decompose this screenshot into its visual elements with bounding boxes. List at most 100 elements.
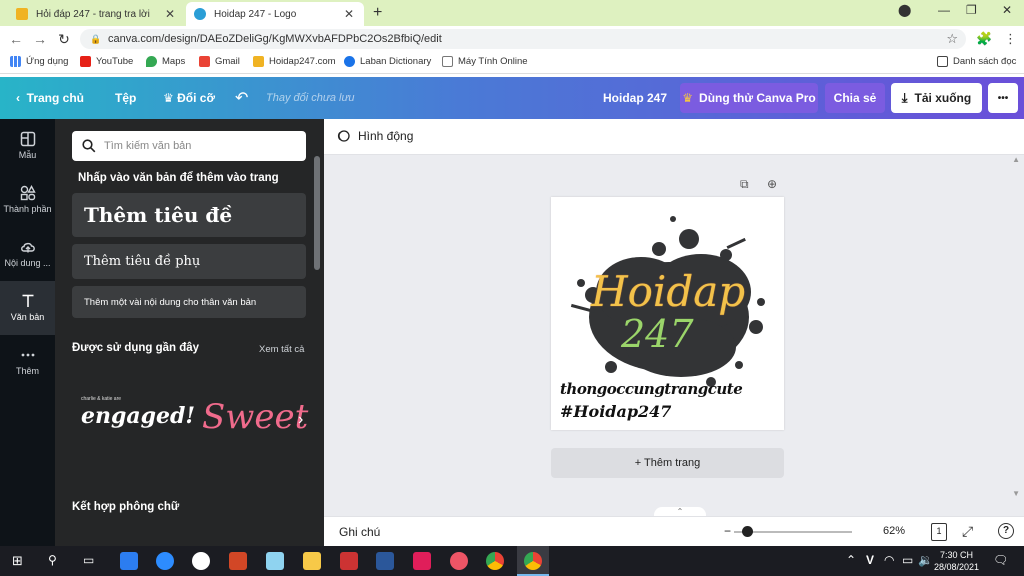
file-explorer-icon[interactable] [303,552,321,570]
chrome-app-icon[interactable] [486,552,504,570]
layout-icon [20,131,35,147]
bookmark-label: Ứng dụng [26,56,69,67]
system-clock[interactable]: 7:30 CH 28/08/2021 [934,549,979,573]
unikey-app-icon[interactable] [340,552,358,570]
close-window-icon[interactable]: ✕ [1002,3,1012,17]
menu-dots-icon[interactable]: ⋮ [1004,31,1017,47]
zoom-app-icon[interactable] [156,552,174,570]
zoom-out-icon[interactable]: − [724,524,731,538]
reading-list-icon [937,56,948,67]
download-label: Tải xuống [914,91,972,105]
url-field[interactable]: 🔒 canva.com/design/DAEoZDeliGg/KgMWXvbAF… [80,29,966,49]
text-search-input[interactable] [104,140,296,152]
bookmark-maps[interactable]: Maps [146,56,185,67]
chevron-right-icon[interactable]: › [298,411,303,429]
notifications-icon[interactable]: 🗨 [993,553,1008,567]
task-view-icon[interactable]: ▭ [83,553,94,567]
back-icon[interactable]: ← [8,31,24,47]
extension-icon[interactable]: 🧩 [976,31,992,47]
windows-start-icon[interactable]: ⊞ [12,553,23,569]
new-tab-button[interactable]: + [373,4,382,22]
help-button[interactable]: ? [998,523,1014,539]
bookmark-apps[interactable]: Ứng dụng [10,56,68,67]
rail-item-elements[interactable]: Thành phần [0,173,55,227]
scroll-up-icon[interactable]: ▲ [1012,155,1020,164]
search-icon [82,139,96,153]
keyboard-lang[interactable]: V [866,553,874,567]
page-count-button[interactable]: 1 [931,523,947,541]
bookmark-star-icon[interactable]: ☆ [946,31,958,47]
reading-list[interactable]: Danh sách đọc [937,56,1016,67]
fullscreen-icon[interactable]: ⤢ [962,523,973,540]
text-search-box[interactable] [72,131,306,161]
powerpoint-app-icon[interactable] [229,552,247,570]
laban-icon [344,56,355,67]
chrome-active-app-icon[interactable] [524,552,542,570]
add-subheading-button[interactable]: Thêm tiêu đề phụ [72,244,306,279]
add-body-text-button[interactable]: Thêm một vài nội dung cho thân văn bản [72,286,306,318]
rail-item-uploads[interactable]: Nội dung ... [0,227,55,281]
paint-app-icon[interactable] [266,552,284,570]
scroll-down-icon[interactable]: ▼ [1012,489,1020,498]
forward-icon[interactable]: → [32,31,48,47]
file-menu[interactable]: Tệp [115,91,136,105]
design-page[interactable]: Hoidap 247 thongoccungtrangcute #Hoidap2… [551,197,784,430]
bookmark-label: Laban Dictionary [360,56,432,67]
bookmark-laban[interactable]: Laban Dictionary [344,56,431,67]
font-combos-title: Kết hợp phông chữ [72,501,180,513]
add-page-icon[interactable]: ⊕ [767,177,777,191]
resize-button[interactable]: ♛ Đổi cỡ [163,91,215,105]
rail-label: Thành phần [3,204,52,214]
close-tab-icon[interactable]: ✕ [342,7,356,21]
close-tab-icon[interactable]: ✕ [163,7,177,21]
zoom-slider-knob[interactable] [741,526,753,537]
browser-tab-canva[interactable]: Hoidap 247 - Logo ✕ [186,2,364,26]
video-app-icon[interactable] [192,552,210,570]
browser-tab-strip: Hỏi đáp 247 - trang tra lời ✕ Hoidap 247… [0,0,1024,26]
bookmark-hoidap[interactable]: Hoidap247.com [253,56,336,67]
recent-1-big-text: engaged! [81,403,196,429]
notes-button[interactable]: Ghi chú [339,525,380,539]
animate-button[interactable]: Hình động [336,129,413,143]
recent-font-engaged[interactable]: charlie & katie are engaged! [81,396,196,446]
bookmark-gmail[interactable]: Gmail [199,56,240,67]
panel-scrollbar[interactable] [314,156,320,270]
word-app-icon[interactable] [376,552,394,570]
bookmark-label: Gmail [215,56,240,67]
add-heading-button[interactable]: Thêm tiêu đề [72,193,306,237]
zoom-slider[interactable] [734,526,852,537]
search-icon[interactable]: ⚲ [48,553,57,567]
rail-item-text[interactable]: Văn bản [0,281,55,335]
more-options-button[interactable]: ••• [988,83,1018,113]
reload-icon[interactable]: ↻ [56,31,72,48]
slack-app-icon[interactable] [413,552,431,570]
rail-item-more[interactable]: Thêm [0,335,55,389]
tray-expand-icon[interactable]: ⌃ [846,553,856,567]
home-button[interactable]: ‹ Trang chủ [16,91,84,105]
see-all-link[interactable]: Xem tất cả [259,344,304,355]
try-pro-button[interactable]: ♛ Dùng thử Canva Pro [680,83,818,113]
zalo-app-icon[interactable] [120,552,138,570]
rail-item-templates[interactable]: Mẫu [0,119,55,173]
battery-icon[interactable]: ▭ [902,553,913,567]
design-title[interactable]: Hoidap 247 [603,91,667,105]
gmail-icon [199,56,210,67]
add-page-button[interactable]: + Thêm trang [551,448,784,478]
undo-icon[interactable]: ↶ [235,88,248,108]
logo-tagline: thongoccungtrangcute [560,380,743,398]
bookmark-youtube[interactable]: YouTube [80,56,133,67]
volume-icon[interactable]: 🔉 [918,553,933,567]
recorder-app-icon[interactable] [450,552,468,570]
browser-tab-hoidap[interactable]: Hỏi đáp 247 - trang tra lời ✕ [8,2,185,26]
download-button[interactable]: ⤓ Tải xuống [891,83,982,113]
bookmark-calculator[interactable]: Máy Tính Online [442,56,528,67]
wifi-icon[interactable]: ◠ [884,553,894,567]
zoom-level[interactable]: 62% [883,525,905,537]
maximize-icon[interactable]: ❐ [966,3,977,17]
recent-font-sweet[interactable]: Sweet [202,397,308,437]
share-button[interactable]: Chia sẻ [825,83,885,113]
logo-hashtag: #Hoidap247 [560,402,672,421]
profile-icon[interactable]: ⬤ [898,3,911,17]
duplicate-page-icon[interactable]: ⧉ [740,177,749,192]
minimize-icon[interactable]: — [938,3,950,17]
